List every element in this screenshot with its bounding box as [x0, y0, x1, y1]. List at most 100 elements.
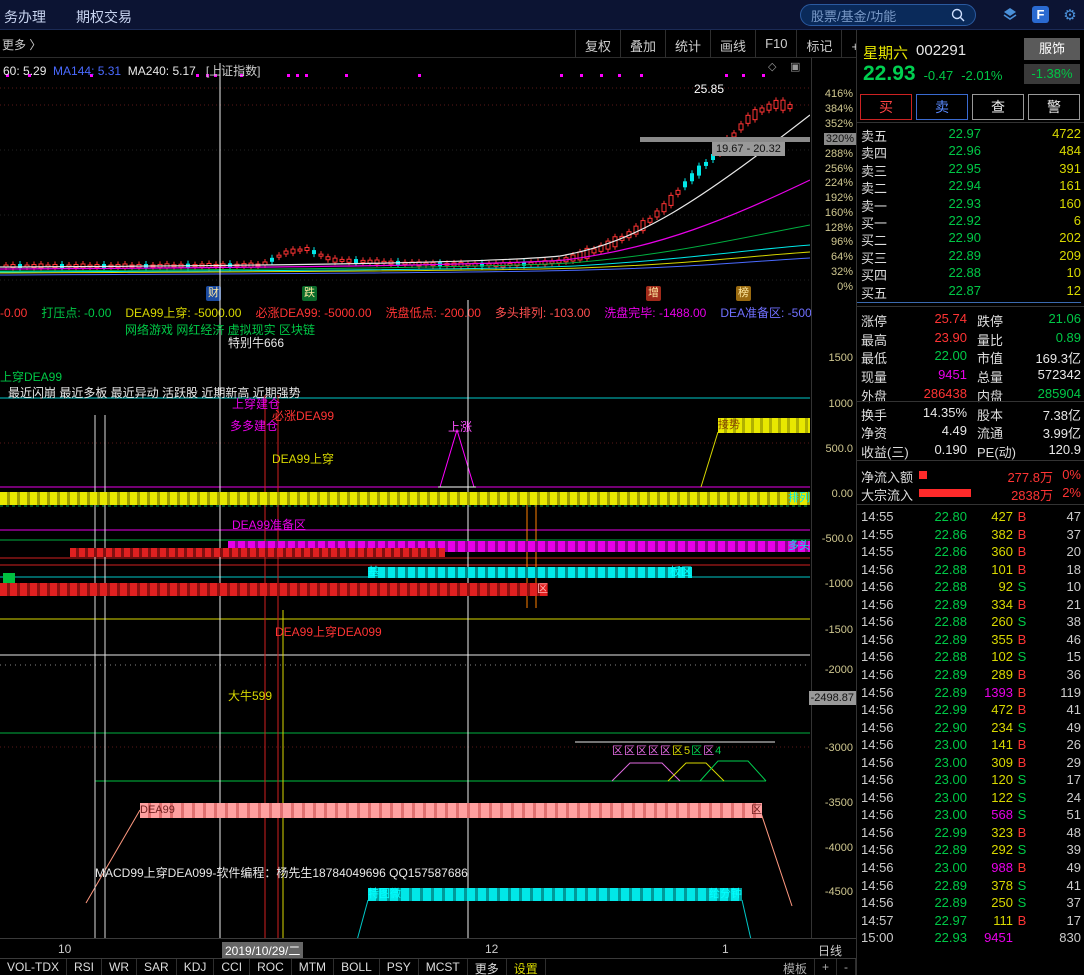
transaction-row[interactable]: 14:5623.00141B26 — [857, 737, 1081, 752]
more-tabs-button[interactable]: 更多 〉 — [2, 36, 41, 53]
indicator-tab-BOLL[interactable]: BOLL — [334, 959, 380, 975]
orderbook-row[interactable]: 买四22.8810 — [857, 265, 1081, 284]
transaction-row[interactable]: 14:5623.00120S17 — [857, 772, 1081, 787]
orderbook-row[interactable]: 买一22.926 — [857, 213, 1081, 232]
transaction-row[interactable]: 15:0022.939451830 — [857, 930, 1081, 945]
period-label[interactable]: 日线 — [818, 942, 842, 959]
pane-diamond-icon[interactable]: ◇ — [768, 60, 776, 73]
band-magenta-end-label: 多头 — [788, 541, 810, 552]
indicator-tab-MTM[interactable]: MTM — [292, 959, 334, 975]
ma144-value: MA144: 5.31 — [53, 64, 121, 78]
pane-window-icon[interactable]: ▣ — [790, 60, 800, 73]
orderbook-row[interactable]: 卖二22.94161 — [857, 178, 1081, 197]
transaction-row[interactable]: 14:5622.89334B21 — [857, 597, 1081, 612]
sector-button[interactable]: 服饰 — [1024, 38, 1080, 60]
indicator-tab-settings[interactable]: 设置 — [507, 959, 546, 975]
indicator-tab-MCST[interactable]: MCST — [419, 959, 468, 975]
indicator-tab-VOL-TDX[interactable]: VOL-TDX — [0, 959, 67, 975]
transaction-row[interactable]: 14:5522.86360B20 — [857, 544, 1081, 559]
orderbook-row[interactable]: 买二22.90202 — [857, 230, 1081, 249]
transaction-row[interactable]: 14:5622.99472B41 — [857, 702, 1081, 717]
menu-business[interactable]: 务办理 — [4, 7, 46, 27]
candlestick-chart[interactable] — [0, 60, 810, 302]
transaction-row[interactable]: 14:5522.86382B37 — [857, 527, 1081, 542]
region-tag-跌[interactable]: 跌 — [302, 286, 317, 301]
indicator-tab-KDJ[interactable]: KDJ — [177, 959, 215, 975]
x-tick: 12 — [485, 942, 498, 956]
transaction-row[interactable]: 14:5623.00309B29 — [857, 755, 1081, 770]
template-control-模板[interactable]: 模板 — [776, 959, 815, 975]
trade-button-卖[interactable]: 卖 — [916, 94, 968, 120]
note-special: 特别牛666 — [228, 334, 284, 351]
toolbar-item-复权[interactable]: 复权 — [575, 30, 620, 58]
orderbook-row[interactable]: 买三22.89209 — [857, 248, 1081, 267]
region-tag-财[interactable]: 财 — [206, 286, 221, 301]
gear-icon[interactable]: ⚙ — [1060, 6, 1080, 24]
search-input[interactable]: 股票/基金/功能 — [800, 4, 976, 26]
indicator-tab-PSY[interactable]: PSY — [380, 959, 419, 975]
stock-name[interactable]: 星期六 — [863, 42, 908, 63]
trade-button-查[interactable]: 查 — [972, 94, 1024, 120]
region-tag-榜[interactable]: 榜 — [736, 286, 751, 301]
toolbar-item-F10[interactable]: F10 — [755, 30, 796, 58]
template-control--[interactable]: - — [837, 959, 856, 975]
transaction-row[interactable]: 14:5623.00122S24 — [857, 790, 1081, 805]
transaction-row[interactable]: 14:5622.89292S39 — [857, 842, 1081, 857]
orderbook-row[interactable]: 卖四22.96484 — [857, 143, 1081, 162]
transaction-row[interactable]: 14:5622.89378S41 — [857, 878, 1081, 893]
layers-icon[interactable] — [1000, 6, 1020, 24]
transaction-row[interactable]: 14:5623.00988B49 — [857, 860, 1081, 875]
region-tag-增[interactable]: 增 — [646, 286, 661, 301]
search-icon[interactable] — [951, 8, 965, 22]
stock-code[interactable]: 002291 — [916, 42, 966, 63]
axis-value-label: -3000 — [825, 742, 853, 754]
axis-percent-label: 416% — [825, 88, 853, 100]
orderbook-row[interactable]: 卖一22.93160 — [857, 196, 1081, 215]
param-item: 必涨DEA99: -5000.00 — [255, 306, 371, 320]
indicator-tab-CCI[interactable]: CCI — [214, 959, 250, 975]
transaction-row[interactable]: 14:5622.90234S49 — [857, 720, 1081, 735]
transaction-row[interactable]: 14:5623.00568S51 — [857, 807, 1081, 822]
transaction-row[interactable]: 14:5522.80427B47 — [857, 509, 1081, 524]
transaction-row[interactable]: 14:5622.88102S15 — [857, 649, 1081, 664]
toolbar-item-统计[interactable]: 统计 — [665, 30, 710, 58]
search-placeholder: 股票/基金/功能 — [811, 6, 951, 25]
axis-value-label: -4000 — [825, 842, 853, 854]
transaction-row[interactable]: 14:5622.891393B119 — [857, 685, 1081, 700]
concept-tags[interactable]: 网络游戏 网红经济 虚拟现实 区块链 — [125, 321, 315, 338]
toolbar-item-叠加[interactable]: 叠加 — [620, 30, 665, 58]
orderbook-row[interactable]: 买五22.8712 — [857, 283, 1081, 302]
trapezoid-yellow — [668, 763, 724, 781]
transaction-row[interactable]: 14:5722.97111B17 — [857, 913, 1081, 928]
indicator-tab-RSI[interactable]: RSI — [67, 959, 102, 975]
transaction-row[interactable]: 14:5622.89289B36 — [857, 667, 1081, 682]
transaction-row[interactable]: 14:5622.88101B18 — [857, 562, 1081, 577]
transaction-row[interactable]: 14:5622.89250S37 — [857, 895, 1081, 910]
axis-percent-label: 96% — [831, 236, 853, 248]
indicator-tab-ROC[interactable]: ROC — [250, 959, 292, 975]
transaction-row[interactable]: 14:5622.99323B48 — [857, 825, 1081, 840]
orderbook-row[interactable]: 卖三22.95391 — [857, 161, 1081, 180]
f10-icon[interactable]: F — [1032, 6, 1049, 23]
chart-region[interactable]: 60: 5.29 MA144: 5.31 MA240: 5.17 [上证指数] … — [0, 58, 856, 938]
axis-value-label: -500.0 — [822, 533, 853, 545]
indicator-tab-更多[interactable]: 更多 — [468, 959, 507, 975]
toolbar-item-标记[interactable]: 标记 — [796, 30, 841, 58]
trading-app: 务办理 期权交易 股票/基金/功能 F ⚙ 更多 〉 复权叠加统计画线F10标记… — [0, 0, 1084, 975]
template-control-+[interactable]: + — [815, 959, 837, 975]
param-item: -0.00 — [0, 306, 27, 320]
transaction-row[interactable]: 14:5622.88260S38 — [857, 614, 1081, 629]
trade-button-警[interactable]: 警 — [1028, 94, 1080, 120]
trade-button-买[interactable]: 买 — [860, 94, 912, 120]
axis-percent-label: 384% — [825, 103, 853, 115]
orderbook-row[interactable]: 卖五22.974722 — [857, 126, 1081, 145]
price-change: -0.47 — [924, 68, 954, 83]
toolbar-item-画线[interactable]: 画线 — [710, 30, 755, 58]
axis-value-label: -1000 — [825, 578, 853, 590]
time-axis: 102019/10/29/二121 日线 — [0, 938, 856, 958]
transaction-row[interactable]: 14:5622.89355B46 — [857, 632, 1081, 647]
menu-options-trading[interactable]: 期权交易 — [76, 7, 132, 27]
transaction-row[interactable]: 14:5622.8892S10 — [857, 579, 1081, 594]
indicator-tab-SAR[interactable]: SAR — [137, 959, 177, 975]
indicator-tab-WR[interactable]: WR — [102, 959, 137, 975]
